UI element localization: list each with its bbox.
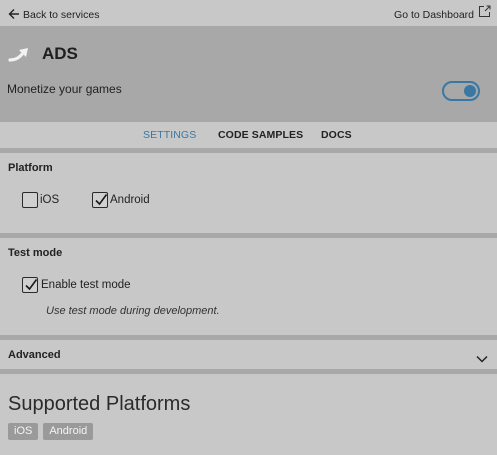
divider <box>0 369 497 374</box>
ios-checkbox[interactable] <box>22 192 38 208</box>
divider <box>0 233 497 238</box>
ios-checkbox-label[interactable]: iOS <box>40 194 59 206</box>
toggle-knob <box>464 85 476 97</box>
advanced-section-toggle[interactable]: Advanced <box>0 341 497 369</box>
chevron-down-icon <box>476 350 488 368</box>
test-mode-hint: Use test mode during development. <box>46 305 220 317</box>
platform-section-title: Platform <box>8 162 53 174</box>
monetize-toggle[interactable] <box>442 81 480 101</box>
external-link-icon <box>478 5 491 23</box>
enable-test-mode-label[interactable]: Enable test mode <box>41 279 131 291</box>
back-link-label: Back to services <box>23 9 100 21</box>
go-to-dashboard-link[interactable]: Go to Dashboard <box>394 4 491 24</box>
platform-tag-android: Android <box>43 423 94 440</box>
top-nav: Back to services Go to Dashboard <box>0 0 497 26</box>
dashboard-link-label: Go to Dashboard <box>394 9 474 21</box>
service-header: ADS Monetize your games <box>0 26 497 122</box>
ads-arrow-icon <box>8 46 34 69</box>
tab-docs[interactable]: DOCS <box>321 129 352 141</box>
arrow-left-icon <box>8 8 20 20</box>
checkmark-icon <box>95 194 108 206</box>
monetize-label: Monetize your games <box>7 82 122 96</box>
page-title: ADS <box>42 44 78 63</box>
tab-bar: SETTINGS CODE SAMPLES DOCS <box>0 122 497 148</box>
android-checkbox[interactable] <box>92 192 108 208</box>
test-mode-section-title: Test mode <box>8 247 63 259</box>
divider <box>0 335 497 340</box>
advanced-label: Advanced <box>8 349 61 361</box>
tab-settings[interactable]: SETTINGS <box>143 129 196 141</box>
back-to-services-link[interactable]: Back to services <box>8 4 99 24</box>
enable-test-mode-checkbox[interactable] <box>22 277 38 293</box>
supported-platforms-title: Supported Platforms <box>8 393 191 415</box>
divider <box>0 148 497 153</box>
android-checkbox-label[interactable]: Android <box>110 194 150 206</box>
tab-code-samples[interactable]: CODE SAMPLES <box>218 129 303 141</box>
platform-tag-ios: iOS <box>8 423 39 440</box>
checkmark-icon <box>25 279 38 291</box>
platform-tags: iOS Android <box>8 423 94 440</box>
